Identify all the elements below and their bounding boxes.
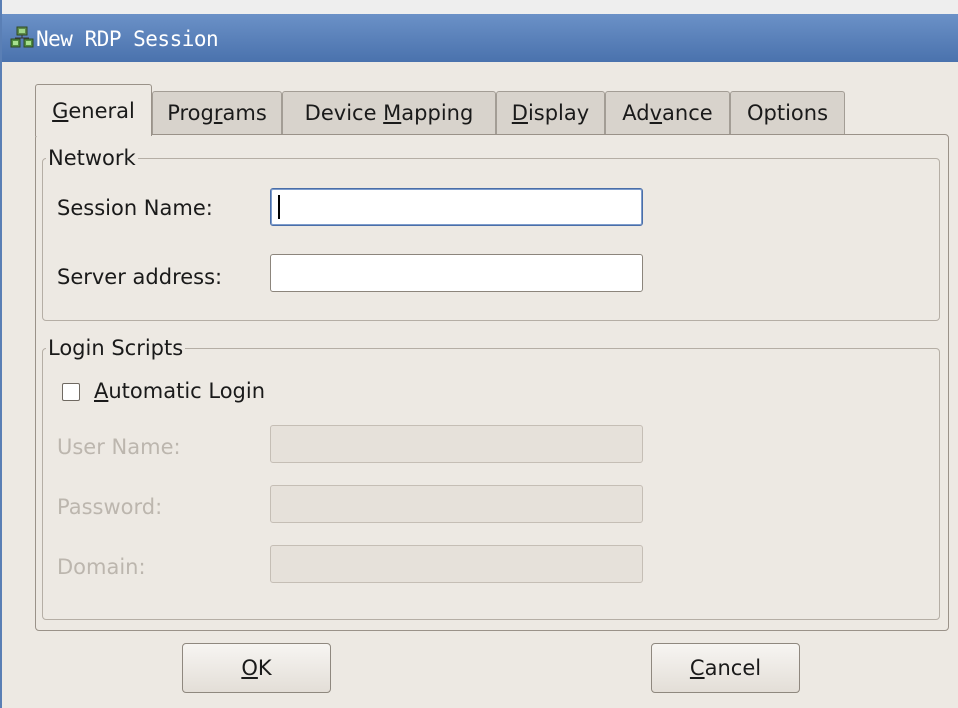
- dialog-window: New RDP Session General Programs Device …: [0, 0, 958, 708]
- window-title: New RDP Session: [36, 27, 219, 51]
- tab-label-post: eneral: [68, 99, 135, 123]
- tab-general[interactable]: General: [35, 84, 152, 136]
- tab-label-mnemonic: G: [52, 99, 69, 123]
- tab-programs[interactable]: Programs: [152, 91, 282, 134]
- cancel-button-text: ancel: [704, 656, 762, 680]
- domain-input[interactable]: [270, 545, 643, 583]
- tab-label-pre: Device: [304, 101, 384, 125]
- server-address-input[interactable]: [270, 254, 643, 292]
- session-name-label: Session Name:: [57, 196, 213, 220]
- tab-display[interactable]: Display: [496, 91, 605, 134]
- tab-label-mnemonic: D: [511, 101, 528, 125]
- tab-advance[interactable]: Advance: [605, 91, 730, 134]
- server-address-label: Server address:: [57, 265, 223, 289]
- login-scripts-frame-title: Login Scripts: [46, 335, 186, 361]
- tab-label-mnemonic: r: [213, 101, 223, 125]
- user-name-input[interactable]: [270, 425, 643, 463]
- network-frame: [42, 158, 940, 321]
- password-label: Password:: [57, 495, 163, 519]
- password-input[interactable]: [270, 485, 643, 523]
- automatic-login-mnemonic: A: [94, 379, 109, 403]
- ok-button[interactable]: OK: [182, 643, 331, 693]
- ok-button-text: K: [257, 656, 272, 680]
- session-name-input[interactable]: [270, 188, 643, 226]
- tab-label-post: isplay: [527, 101, 590, 125]
- tab-label-post: ance: [662, 101, 713, 125]
- user-name-label: User Name:: [57, 435, 181, 459]
- tab-options[interactable]: Options: [730, 91, 845, 134]
- tab-label-mnemonic: M: [383, 101, 402, 125]
- tab-label-pre: Options: [746, 101, 829, 125]
- cancel-button[interactable]: Cancel: [651, 643, 800, 693]
- network-frame-title: Network: [46, 145, 138, 171]
- tab-label-post: apping: [401, 101, 474, 125]
- text-cursor: [278, 195, 280, 219]
- ok-button-mnemonic: O: [241, 656, 258, 680]
- cancel-button-mnemonic: C: [689, 656, 705, 680]
- tab-label-mnemonic: v: [649, 101, 663, 125]
- tab-label-pre: Prog: [167, 101, 214, 125]
- automatic-login-text: utomatic Login: [108, 379, 266, 403]
- automatic-login-checkbox[interactable]: [62, 383, 80, 401]
- title-bar[interactable]: New RDP Session: [2, 0, 958, 62]
- tab-label-pre: Ad: [622, 101, 650, 125]
- automatic-login-label[interactable]: Automatic Login: [94, 378, 265, 404]
- tab-device-mapping[interactable]: Device Mapping: [282, 91, 496, 134]
- tab-label-post: ams: [222, 101, 267, 125]
- network-computers-icon: [10, 26, 34, 48]
- domain-label: Domain:: [57, 555, 146, 579]
